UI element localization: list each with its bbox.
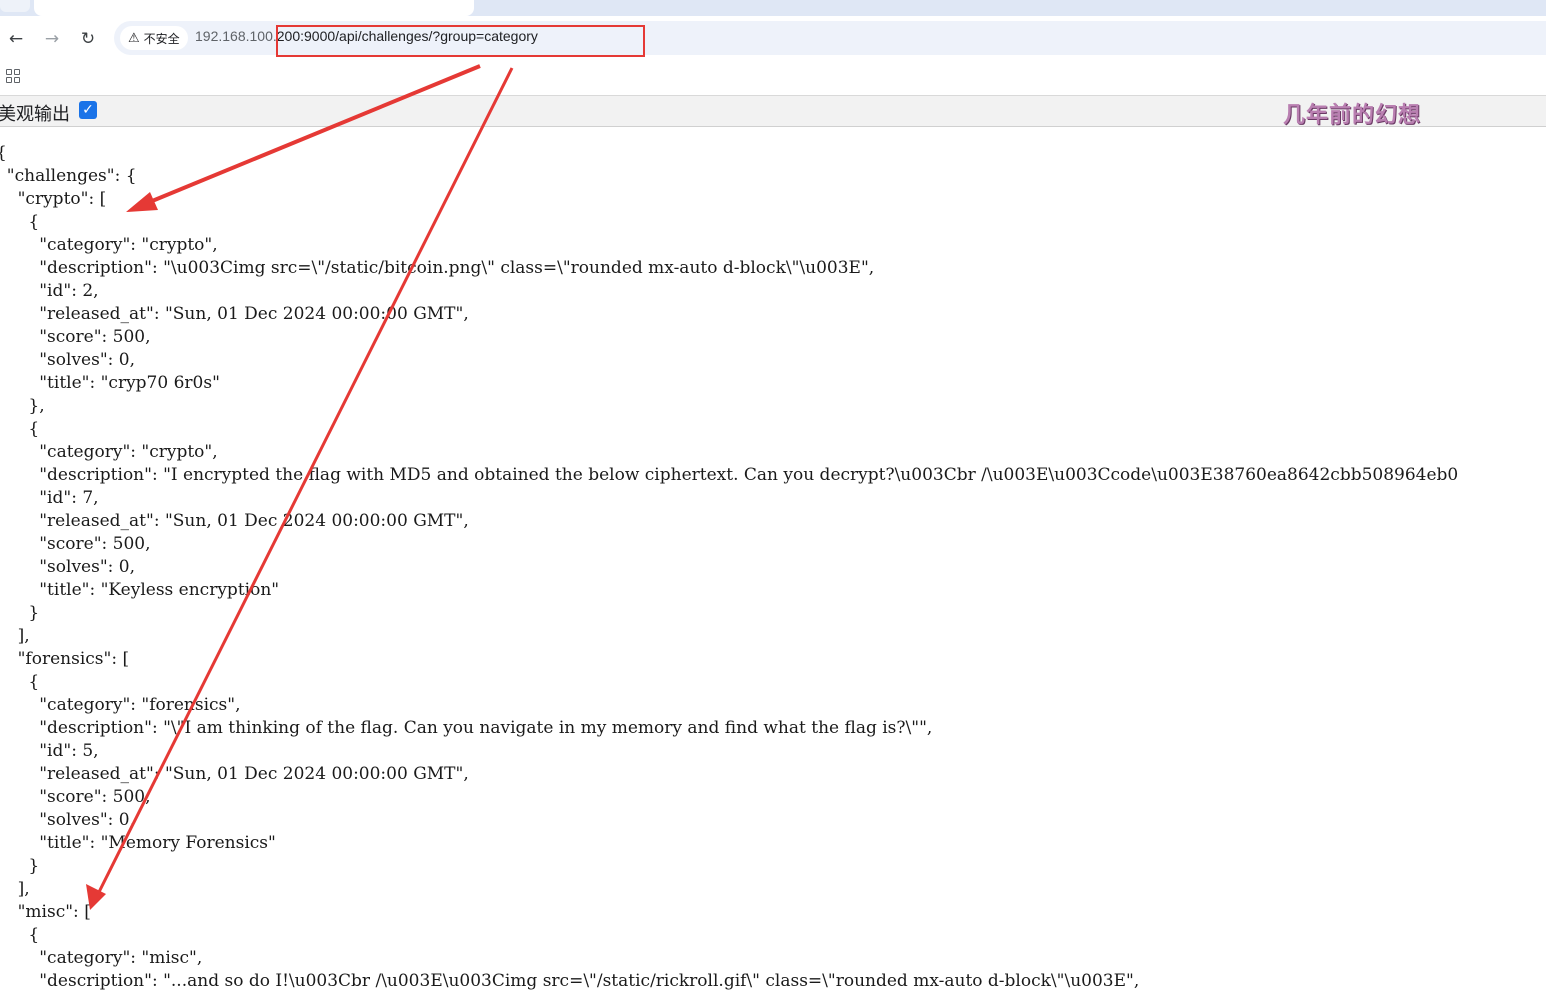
browser-toolbar: ← → ↻ ⚠ 不安全 192.168.100.200:9000/api/cha… <box>0 16 1546 62</box>
warning-triangle-icon: ⚠ <box>128 30 140 46</box>
security-label: 不安全 <box>143 31 180 46</box>
json-line: "released_at": "Sun, 01 Dec 2024 00:00:0… <box>0 511 469 531</box>
json-line: "forensics": [ <box>0 649 130 669</box>
json-line: }, <box>0 396 45 416</box>
json-line: "id": 2, <box>0 281 99 301</box>
tab-strip <box>0 0 1546 16</box>
back-arrow-icon[interactable]: ← <box>4 27 28 51</box>
json-line: { <box>0 419 40 439</box>
json-line: "description": "I encrypted the flag wit… <box>0 465 1459 485</box>
json-line: "score": 500, <box>0 534 151 554</box>
json-line: "solves": 0, <box>0 557 136 577</box>
pretty-print-checkbox[interactable]: ✓ <box>79 101 97 119</box>
json-line: "challenges": { <box>0 166 137 186</box>
json-line: "title": "cryp70 6r0s" <box>0 373 220 393</box>
json-line: "description": "...and so do I!\u003Cbr … <box>0 971 1140 991</box>
json-line: "score": 500, <box>0 327 151 347</box>
json-line: { <box>0 672 40 692</box>
json-line: "title": "Keyless encryption" <box>0 580 280 600</box>
reload-icon[interactable]: ↻ <box>76 27 100 51</box>
json-line: { <box>0 925 40 945</box>
json-line: "released_at": "Sun, 01 Dec 2024 00:00:0… <box>0 764 469 784</box>
bookmarks-bar <box>0 62 1546 94</box>
json-line: "description": "\"I am thinking of the f… <box>0 718 933 738</box>
json-line: } <box>0 856 40 876</box>
json-line: } <box>0 603 40 623</box>
json-line: ], <box>17 626 30 646</box>
json-line: "id": 7, <box>0 488 99 508</box>
apps-grid-icon[interactable] <box>6 69 20 83</box>
json-line: "misc": [ <box>0 902 91 922</box>
pretty-print-bar: 美观输出 ✓ 几年前的幻想 <box>0 95 1546 128</box>
url-host: 192.168.100. <box>195 28 277 44</box>
json-line: { <box>0 142 7 165</box>
security-chip[interactable]: ⚠ 不安全 <box>120 26 188 50</box>
pretty-print-label: 美观输出 <box>0 104 70 125</box>
json-line: "category": "misc", <box>0 948 203 968</box>
json-line: { <box>0 212 40 232</box>
forward-arrow-icon[interactable]: → <box>40 27 64 51</box>
json-line: "category": "crypto", <box>0 442 218 462</box>
json-line: "title": "Memory Forensics" <box>0 833 276 853</box>
json-line: ], <box>17 879 30 899</box>
active-tab[interactable] <box>34 0 474 16</box>
json-line: "solves": 0, <box>0 350 136 370</box>
tab-favicon[interactable] <box>0 0 30 12</box>
json-line: "description": "\u003Cimg src=\"/static/… <box>0 258 875 278</box>
json-line: "crypto": [ <box>0 189 107 209</box>
arrow-head-crypto <box>126 192 158 212</box>
watermark-text: 几年前的幻想 <box>1283 103 1422 128</box>
json-line: "category": "crypto", <box>0 235 218 255</box>
json-line: "category": "forensics", <box>0 695 241 715</box>
json-line: "solves": 0, <box>0 810 136 830</box>
json-line: "score": 500, <box>0 787 151 807</box>
json-line: "released_at": "Sun, 01 Dec 2024 00:00:0… <box>0 304 469 324</box>
url-highlight-box <box>276 25 645 57</box>
json-line: "id": 5, <box>0 741 99 761</box>
